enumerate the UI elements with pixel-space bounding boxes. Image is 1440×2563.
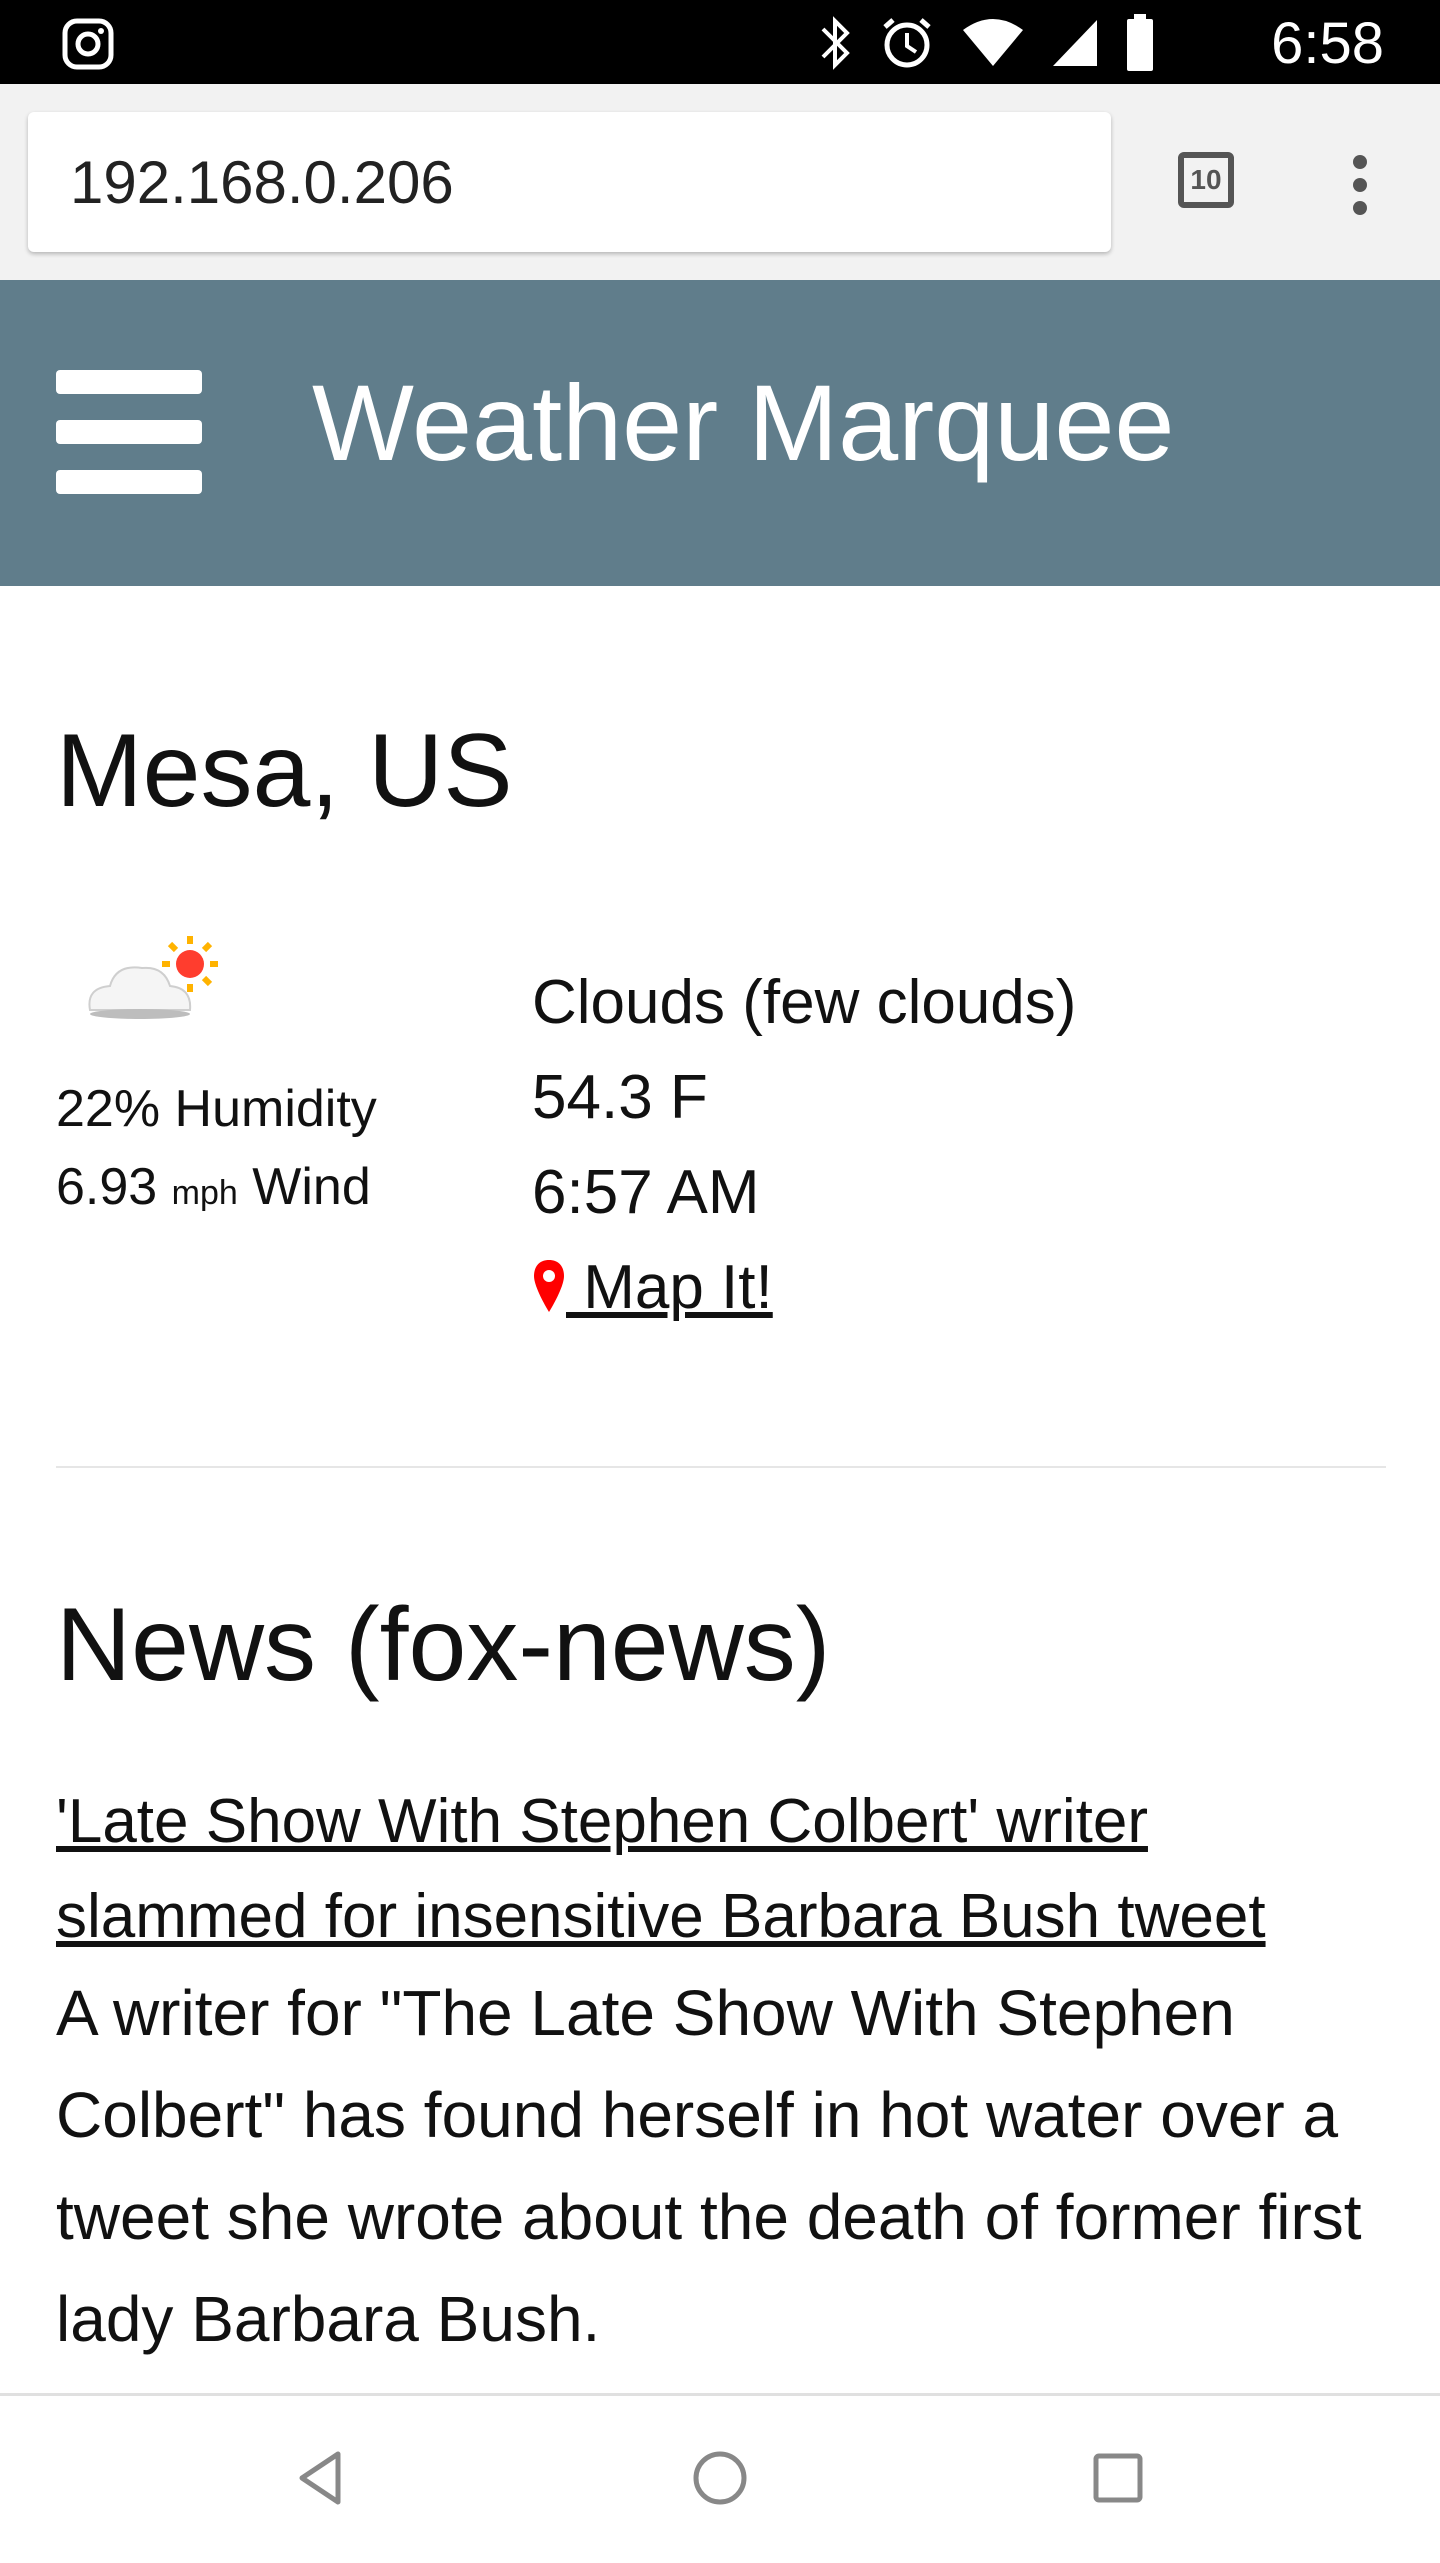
wind-value: 6.93 [56,1158,158,1216]
back-icon[interactable] [290,2446,354,2510]
observation-time: 6:57 AM [532,1158,760,1227]
recents-icon[interactable] [1086,2446,1150,2510]
wifi-icon [963,19,1023,66]
wind-unit: mph [171,1174,238,1212]
map-it-row: Map It! [532,1240,1076,1335]
humidity: 22% Humidity [56,1080,377,1138]
home-icon[interactable] [688,2446,752,2510]
weather-details-left: 22% Humidity 6.93 mph Wind [56,1070,377,1232]
few-clouds-icon [88,936,218,1019]
app-header: Weather Marquee [0,280,1440,586]
wind-label: Wind [252,1158,371,1216]
map-it-link[interactable]: Map It! [566,1253,773,1322]
url-text[interactable]: 192.168.0.206 [70,148,454,217]
instagram-icon [62,18,114,70]
status-time: 6:58 [1271,11,1384,76]
news-description: A writer for "The Late Show With Stephen… [56,1977,1362,2355]
sun-icon [162,936,218,992]
app-title: Weather Marquee [312,362,1175,483]
alarm-icon [883,18,931,68]
tab-switcher-button[interactable]: 10 [1178,152,1234,208]
wind: 6.93 mph Wind [56,1148,377,1232]
battery-icon [1127,14,1153,71]
signal-icon [1053,20,1097,66]
news-heading: News (fox-news) [56,1587,831,1703]
status-icons [819,14,1155,72]
hamburger-menu-icon[interactable] [56,370,202,494]
android-nav-bar [0,2393,1440,2563]
browser-toolbar: 192.168.0.206 10 [0,84,1440,280]
section-divider [56,1466,1386,1468]
temperature: 54.3 F [532,1063,708,1132]
bluetooth-icon [821,16,850,70]
weather-condition: Clouds (few clouds) [532,968,1077,1037]
status-bar: 6:58 [0,0,1440,84]
location-title: Mesa, US [56,713,513,829]
overflow-menu-icon[interactable] [1340,150,1380,220]
weather-details-right: Clouds (few clouds) 54.3 F 6:57 AM Map I… [532,955,1076,1335]
map-marker-icon [534,1260,564,1312]
address-bar[interactable]: 192.168.0.206 [28,112,1111,252]
news-headline-link[interactable]: 'Late Show With Stephen Colbert' writer … [56,1774,1396,1964]
